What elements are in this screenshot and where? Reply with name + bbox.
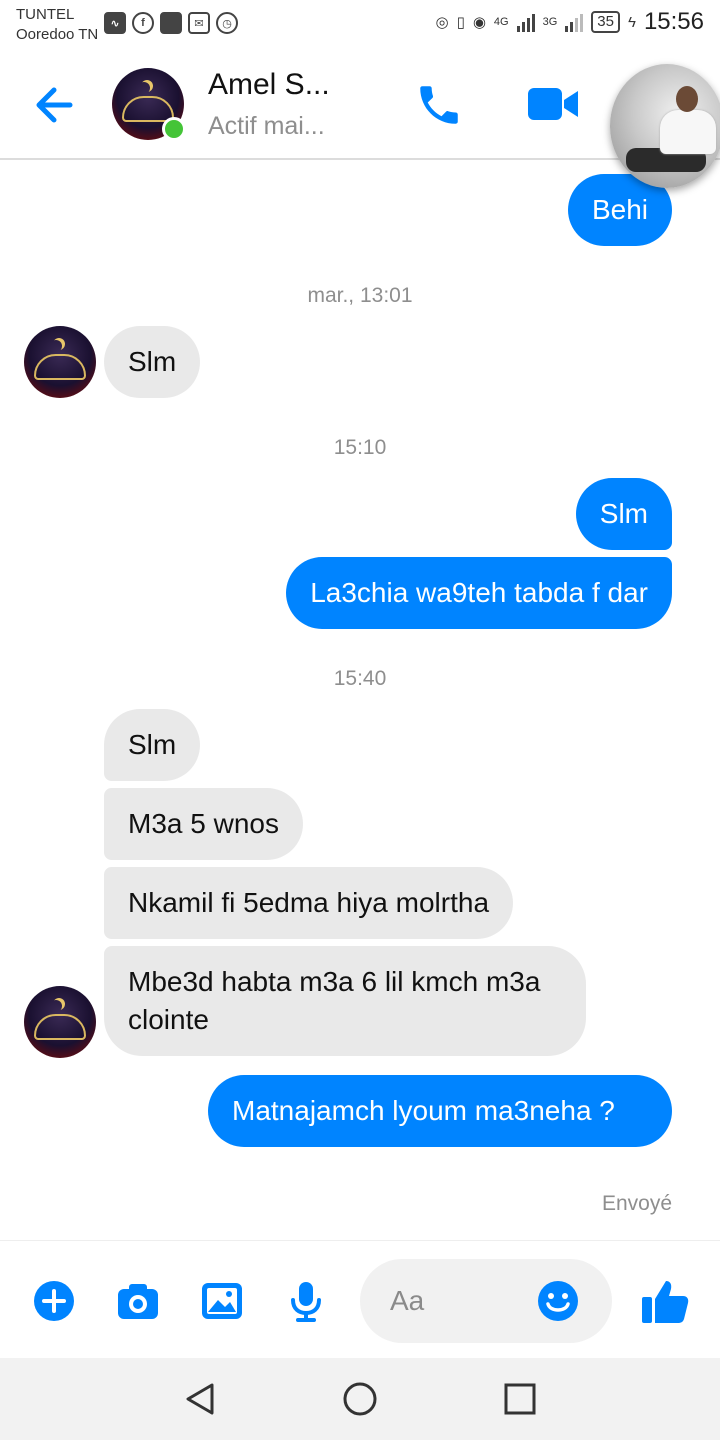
activity-icon: ∿ (104, 12, 126, 34)
network-3g-label: 3G (542, 16, 558, 28)
message-bubble-incoming[interactable]: Mbe3d habta m3a 6 lil kmch m3a clointe (104, 946, 586, 1056)
timestamp: mar., 13:01 (307, 284, 413, 307)
message-bubble-incoming[interactable]: Slm (104, 709, 201, 781)
battery-indicator: 35 (591, 11, 620, 33)
network-4g-label: 4G (493, 16, 509, 28)
timestamp: 15:40 (333, 667, 387, 690)
message-bubble-outgoing[interactable]: La3chia wa9teh tabda f dar (286, 557, 672, 629)
status-bar: TUNTEL Ooredoo TN ∿ f ✉ ◷ ◎ ▯ ◉ 4G 3G 35… (0, 0, 720, 50)
vibrate-icon: ▯ (456, 14, 465, 31)
back-arrow-icon[interactable] (30, 80, 82, 130)
signal-3g-icon (565, 12, 584, 32)
clock-icon: ◷ (216, 12, 238, 34)
message-thread[interactable]: Behi mar., 13:01 Slm 15:10 Slm La3chia w… (0, 162, 720, 1240)
message-bubble-outgoing[interactable]: Slm (575, 478, 672, 550)
microphone-icon[interactable] (284, 1279, 328, 1323)
signal-4g-icon (516, 12, 535, 32)
message-bubble-incoming[interactable]: Slm (104, 326, 201, 398)
video-camera-icon[interactable] (526, 84, 580, 124)
contact-avatar-small[interactable] (24, 326, 96, 398)
carrier-primary: TUNTEL (16, 6, 75, 23)
contact-name[interactable]: Amel S... (208, 68, 330, 102)
message-bubble-incoming[interactable]: Nkamil fi 5edma hiya molrtha (104, 867, 514, 939)
sent-status-label: Envoyé (601, 1192, 672, 1215)
message-bubble-outgoing[interactable]: Matnajamch lyoum ma3neha ? (208, 1075, 672, 1147)
system-nav-bar (0, 1358, 720, 1440)
thumbs-up-icon[interactable] (640, 1277, 690, 1325)
chat-head-bubble[interactable] (610, 64, 720, 188)
hotspot-icon: ◎ (435, 14, 449, 31)
eye-icon: ◉ (472, 14, 486, 31)
sd-card-icon (160, 12, 182, 34)
carrier-secondary: Ooredoo TN (16, 26, 99, 43)
home-circle-icon[interactable] (340, 1379, 380, 1419)
recents-square-icon[interactable] (500, 1379, 540, 1419)
online-indicator (162, 117, 186, 141)
message-composer (0, 1240, 720, 1358)
mail-icon: ✉ (188, 12, 210, 34)
contact-status: Actif mai... (208, 112, 325, 140)
camera-icon[interactable] (116, 1279, 160, 1323)
facebook-icon: f (132, 12, 154, 34)
status-right: ◎ ▯ ◉ 4G 3G 35 ϟ 15:56 (435, 8, 704, 36)
image-icon[interactable] (200, 1279, 244, 1323)
clock-time: 15:56 (643, 8, 704, 35)
emoji-icon[interactable] (536, 1279, 580, 1323)
phone-icon[interactable] (414, 80, 464, 130)
timestamp: 15:10 (333, 436, 387, 459)
charging-icon: ϟ (627, 13, 636, 31)
message-bubble-incoming[interactable]: M3a 5 wnos (104, 788, 303, 860)
plus-icon[interactable] (32, 1279, 76, 1323)
notification-icons: ∿ f ✉ ◷ (104, 12, 238, 34)
contact-avatar-small[interactable] (24, 986, 96, 1058)
back-triangle-icon[interactable] (180, 1379, 220, 1419)
